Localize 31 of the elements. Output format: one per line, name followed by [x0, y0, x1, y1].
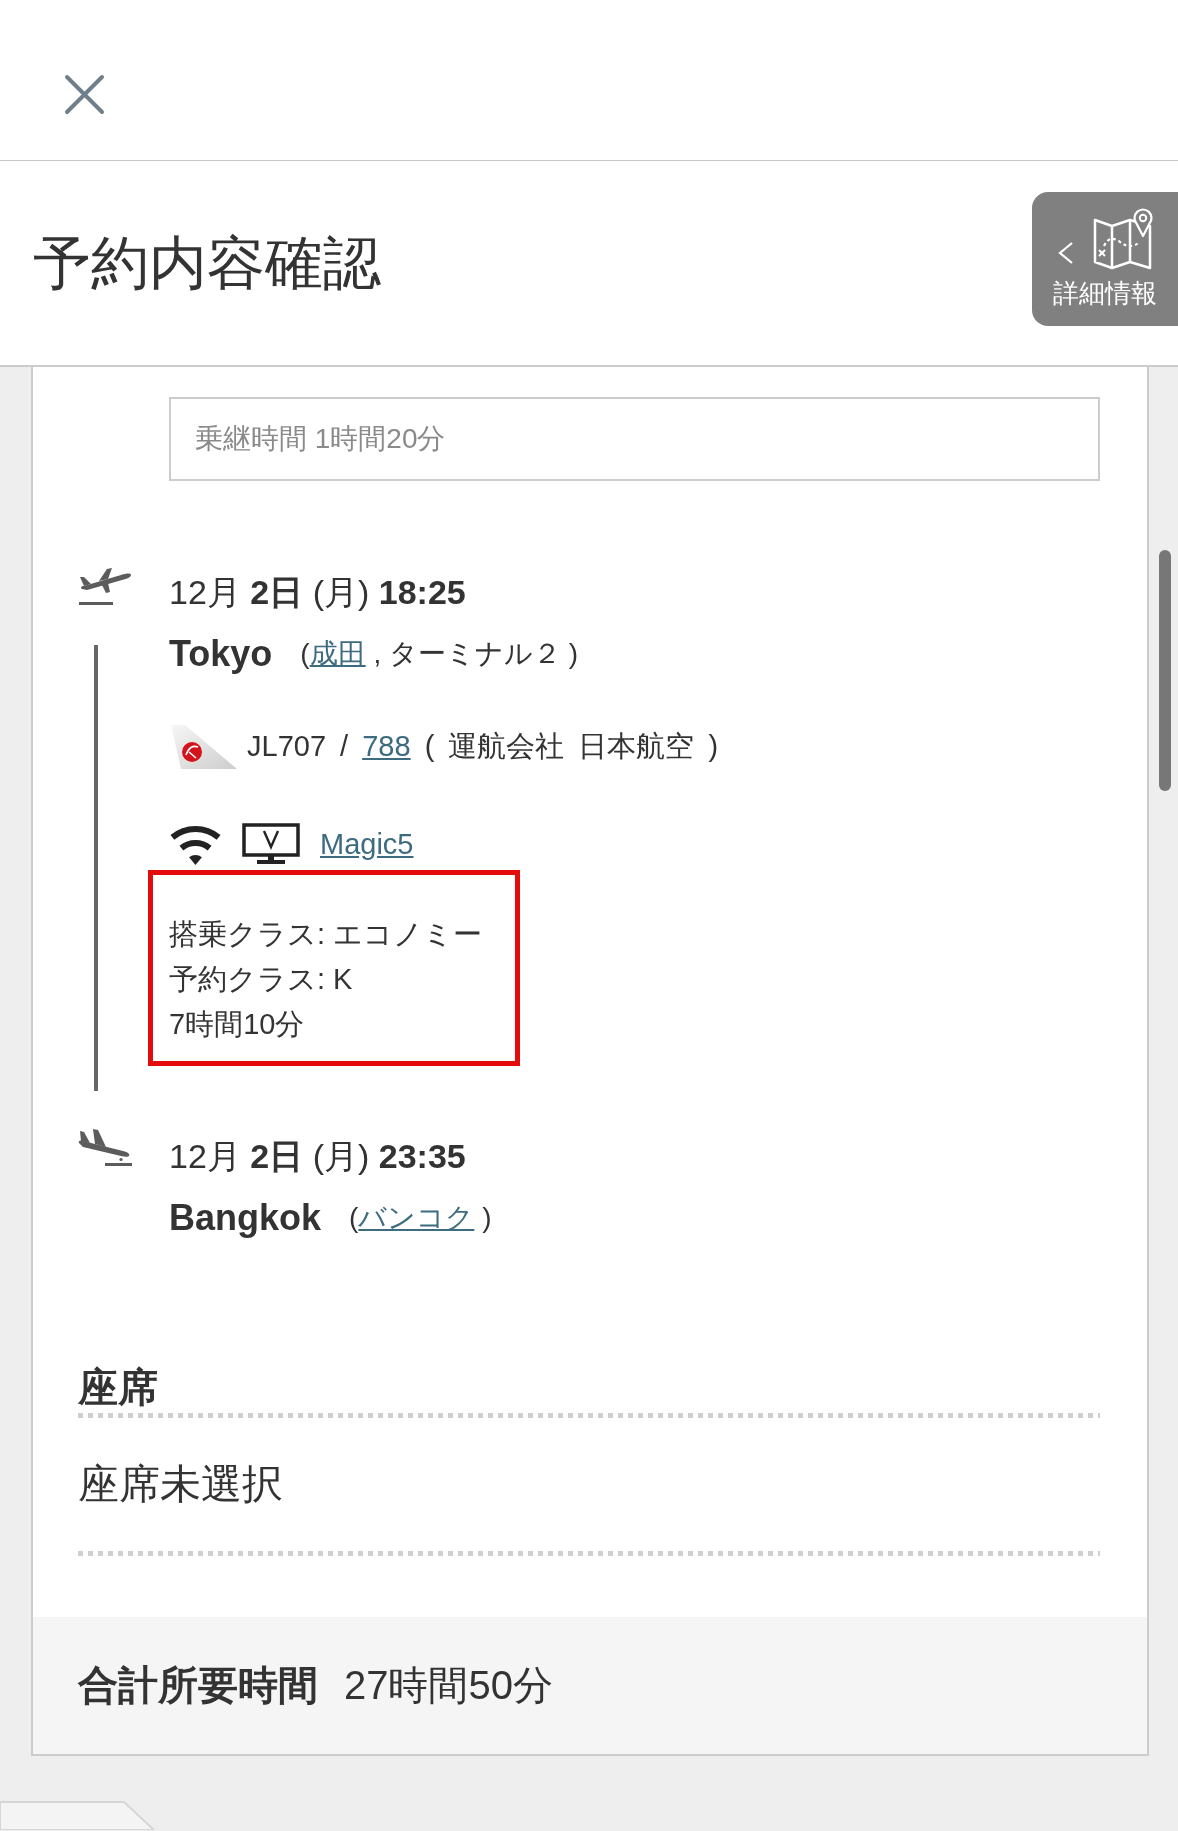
aircraft-link[interactable]: 788 [362, 730, 411, 762]
seat-heading: 座席 [78, 1364, 158, 1410]
close-button[interactable] [64, 74, 105, 115]
map-icon [1091, 206, 1154, 270]
detail-line: 予約クラス: K [169, 962, 353, 997]
detail-line: 7時間10分 [169, 1007, 305, 1042]
page-title: 予約内容確認 [33, 229, 381, 298]
monitor-icon [242, 823, 300, 865]
airport-link[interactable]: 成田 [309, 638, 366, 669]
plane-landing-icon [77, 1129, 132, 1167]
airport-link[interactable]: バンコク [358, 1202, 475, 1233]
seat-status: 座席未選択 [78, 1460, 283, 1509]
total-value: 27時間50分 [344, 1662, 553, 1709]
close-icon [64, 74, 105, 115]
city-name: Bangkok [169, 1197, 322, 1239]
bottom-tab[interactable] [0, 1801, 156, 1830]
transfer-notice: 乗継時間 1時間20分 [169, 397, 1100, 481]
airline-tail-icon [169, 725, 237, 769]
detail-line: 搭乗クラス: エコノミー [169, 917, 483, 952]
chevron-icon [1056, 241, 1074, 265]
total-label: 合計所要時間 [78, 1662, 318, 1709]
airport-note: (成田 , ターミナル２ ) [300, 637, 579, 671]
scrollbar-thumb[interactable] [1159, 550, 1171, 791]
date-time: 12月 2日 (月) 23:35 [169, 1136, 466, 1177]
flight-info: JL707 / 788 ( 運航会社 日本航空 ) [247, 729, 719, 764]
city-name: Tokyo [169, 633, 273, 675]
details-button[interactable]: 詳細情報 [1032, 192, 1178, 326]
date-time: 12月 2日 (月) 18:25 [169, 572, 466, 613]
airport-note: (バンコク ) [349, 1201, 492, 1235]
wifi-icon [169, 823, 222, 865]
entertainment-link[interactable]: Magic5 [320, 827, 414, 861]
